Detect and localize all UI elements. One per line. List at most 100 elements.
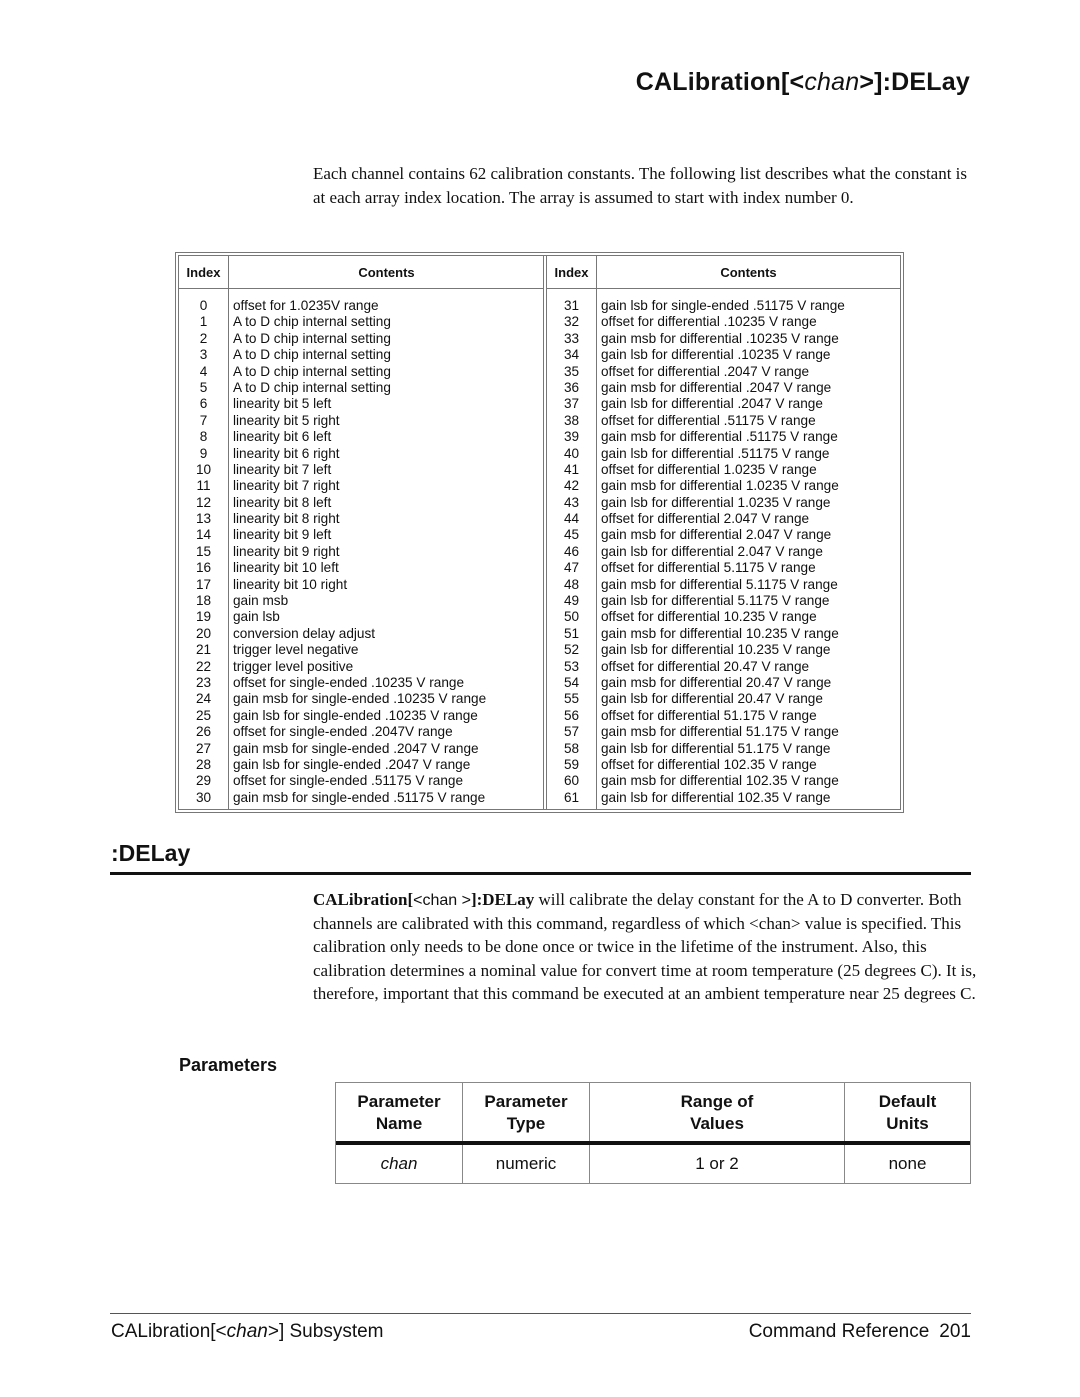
row-contents: gain msb: [233, 593, 289, 609]
row-index: 38: [563, 412, 580, 428]
row-contents: gain msb for differential 10.235 V range: [601, 625, 839, 641]
table-row: 17 linearity bit 10 right: [179, 577, 544, 593]
row-index: 34: [563, 347, 580, 363]
row-contents: gain lsb: [233, 609, 280, 625]
table-row: 35 offset for differential .2047 V range: [547, 364, 900, 380]
row-contents: conversion delay adjust: [233, 625, 376, 641]
row-contents: offset for differential 2.047 V range: [601, 511, 810, 527]
table-row: 43 gain lsb for differential 1.0235 V ran…: [547, 495, 900, 511]
row-index: 8: [199, 429, 208, 445]
table-row: 50 offset for differential 10.235 V range: [547, 609, 900, 625]
row-index: 0: [199, 298, 208, 313]
table-row: 31 gain lsb for single-ended .51175 V ran…: [547, 298, 900, 314]
row-index: 47: [563, 560, 580, 576]
header-line: Name: [375, 1114, 423, 1133]
row-index: 44: [563, 511, 580, 527]
row-contents: offset for differential 1.0235 V range: [601, 461, 817, 477]
row-contents: offset for differential 5.1175 V range: [601, 560, 816, 576]
table-row: 5 A to D chip internal setting: [179, 380, 544, 396]
table-row: 12 linearity bit 8 left: [179, 495, 544, 511]
row-contents: gain lsb for differential .51175 V range: [601, 445, 830, 461]
row-contents: offset for differential .2047 V range: [601, 363, 810, 379]
header-line: Parameter: [357, 1092, 441, 1111]
table-row: 29 offset for single-ended .51175 V range: [179, 773, 544, 789]
row-index: 40: [563, 445, 580, 461]
table-row: 46 gain lsb for differential 2.047 V rang…: [547, 544, 900, 560]
row-contents: linearity bit 9 left: [233, 527, 332, 543]
section-rule: [110, 872, 971, 875]
table-row: 1 A to D chip internal setting: [179, 314, 544, 330]
row-contents: linearity bit 8 left: [233, 494, 332, 510]
table-row: 37 gain lsb for differential .2047 V rang…: [547, 396, 900, 412]
row-index: 57: [563, 724, 580, 740]
table-row: 57 gain msb for differential 51.175 V ran…: [547, 724, 900, 740]
row-contents: linearity bit 9 right: [233, 543, 340, 559]
table-row: 26 offset for single-ended .2047V range: [179, 724, 544, 740]
header-range-of-values: Range of Values: [590, 1083, 845, 1141]
row-contents: gain lsb for single-ended .10235 V range: [233, 707, 478, 723]
row-index: 46: [563, 543, 580, 559]
row-contents: gain lsb for single-ended .51175 V range: [601, 298, 845, 313]
row-index: 36: [563, 379, 580, 395]
row-index: 11: [196, 478, 211, 494]
row-index: 37: [563, 396, 580, 412]
table-row: 6 linearity bit 5 left: [179, 396, 544, 412]
table-row: 36 gain msb for differential .2047 V rang…: [547, 380, 900, 396]
table-row: 21 trigger level negative: [179, 642, 544, 658]
row-index: 42: [563, 478, 580, 494]
table-row: 45 gain msb for differential 2.047 V rang…: [547, 527, 900, 543]
table-row: 0 offset for 1.0235V range: [179, 298, 544, 314]
table-row: 10 linearity bit 7 left: [179, 462, 544, 478]
delay-description: CALibration[<chan >]:DELay will calibrat…: [313, 888, 978, 1005]
row-index: 50: [563, 609, 580, 625]
row-contents: linearity bit 10 left: [233, 560, 339, 576]
table-row: 32 offset for differential .10235 V range: [547, 314, 900, 330]
header-line: Values: [690, 1114, 744, 1133]
row-contents: A to D chip internal setting: [233, 363, 391, 379]
rows-right: 31 gain lsb for single-ended .51175 V ran…: [547, 298, 900, 806]
table-row: 56 offset for differential 51.175 V range: [547, 708, 900, 724]
table-left-half: Index Contents 0 offset for 1.0235V range…: [179, 256, 544, 809]
row-index: 18: [195, 593, 212, 609]
parameters-header-row: Parameter Name Parameter Type Range of Valu…: [336, 1083, 970, 1145]
row-index: 25: [195, 707, 212, 723]
row-contents: linearity bit 5 left: [233, 396, 332, 412]
table-row: 24 gain msb for single-ended .10235 V ran…: [179, 691, 544, 707]
table-row: 39 gain msb for differential .51175 V ran…: [547, 429, 900, 445]
table-row: 52 gain lsb for differential 10.235 V ran…: [547, 642, 900, 658]
table-header-row: Index Contents: [547, 256, 900, 289]
row-index: 39: [563, 429, 580, 445]
row-contents: gain lsb for differential 10.235 V range: [601, 642, 831, 658]
table-row: 60 gain msb for differential 102.35 V ran…: [547, 773, 900, 789]
row-contents: trigger level positive: [233, 658, 354, 674]
row-index: 56: [563, 707, 580, 723]
row-index: 4: [199, 363, 208, 379]
row-contents: gain msb for differential 20.47 V range: [601, 674, 832, 690]
row-index: 21: [195, 642, 212, 658]
footer-suffix: >] Subsystem: [267, 1321, 384, 1342]
table-row: 40 gain lsb for differential .51175 V ran…: [547, 446, 900, 462]
table-row: 53 offset for differential 20.47 V range: [547, 659, 900, 675]
row-index: 60: [563, 773, 580, 789]
table-row: 33 gain msb for differential .10235 V ran…: [547, 331, 900, 347]
row-index: 29: [195, 773, 212, 789]
row-index: 13: [195, 511, 212, 527]
footer-prefix: CALibration[<: [111, 1321, 227, 1342]
table-row: 55 gain lsb for differential 20.47 V rang…: [547, 691, 900, 707]
row-index: 23: [195, 674, 212, 690]
command-bold-part: CALibration[: [313, 890, 414, 909]
parameters-title: Parameters: [179, 1055, 278, 1075]
row-contents: gain msb for differential 5.1175 V range: [601, 576, 838, 592]
row-contents: offset for single-ended .51175 V range: [233, 773, 463, 789]
table-row: 49 gain lsb for differential 5.1175 V ran…: [547, 593, 900, 609]
row-contents: linearity bit 10 right: [233, 576, 348, 592]
table-row: 25 gain lsb for single-ended .10235 V ran…: [179, 708, 544, 724]
row-index: 17: [195, 576, 212, 592]
table-row: 48 gain msb for differential 5.1175 V ran…: [547, 577, 900, 593]
table-row: 28 gain lsb for single-ended .2047 V rang…: [179, 757, 544, 773]
table-row: 44 offset for differential 2.047 V range: [547, 511, 900, 527]
row-contents: offset for differential 51.175 V range: [601, 707, 817, 723]
footer-page-ref: Command Reference 201: [749, 1321, 971, 1343]
calibration-constants-table: Index Contents 0 offset for 1.0235V range…: [175, 252, 904, 813]
row-contents: linearity bit 6 right: [233, 445, 340, 461]
